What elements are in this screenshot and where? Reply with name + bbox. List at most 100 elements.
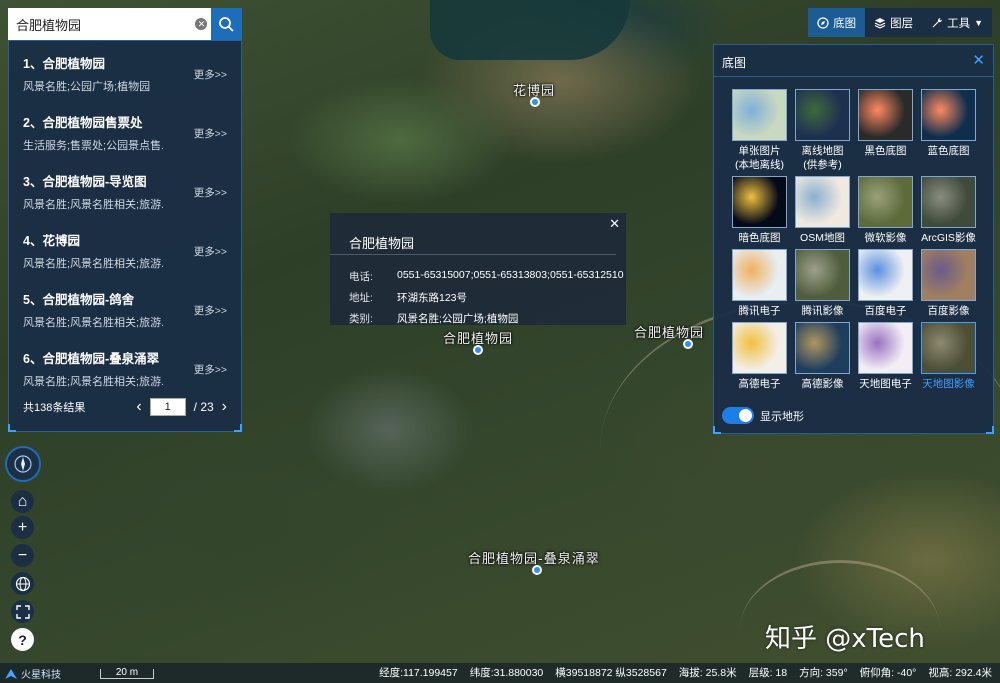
- result-more-link[interactable]: 更多>>: [194, 244, 227, 259]
- basemap-label: 腾讯电子: [738, 305, 781, 317]
- basemap-tile[interactable]: 腾讯影像: [795, 249, 850, 318]
- panel-corner: [986, 426, 994, 434]
- tools-button[interactable]: 工具 ▼: [922, 8, 992, 37]
- basemap-thumbnail: [732, 89, 787, 141]
- basemap-label: 高德影像: [801, 378, 844, 390]
- popup-title: 合肥植物园: [330, 213, 616, 255]
- basemap-thumbnail: [732, 176, 787, 228]
- page-input[interactable]: [149, 398, 186, 416]
- page-total: / 23: [193, 400, 214, 414]
- result-category: 生活服务;售票处;公园景点售...: [23, 140, 163, 152]
- search-input[interactable]: [8, 8, 192, 40]
- globe-button[interactable]: [11, 572, 34, 595]
- basemap-panel-title: 底图: [714, 45, 993, 77]
- status-bar: 火星科技 20 m 经度:117.199457 纬度:31.880030 横39…: [0, 663, 1000, 683]
- basemap-tile[interactable]: 天地图电子: [858, 322, 913, 391]
- basemap-panel-close-button[interactable]: ✕: [972, 51, 985, 69]
- basemap-tile[interactable]: 高德影像: [795, 322, 850, 391]
- result-item[interactable]: 6、合肥植物园-叠泉涌翠 风景名胜;风景名胜相关;旅游... 更多>>: [9, 336, 241, 395]
- panel-corner: [713, 426, 721, 434]
- panel-corner: [234, 424, 242, 432]
- zoom-in-button[interactable]: +: [11, 516, 34, 539]
- projected-coords: 横39518872 纵3528567: [555, 667, 667, 679]
- basemap-tile[interactable]: 黑色底图: [858, 89, 913, 172]
- logo-icon: [5, 668, 17, 679]
- basemap-tile[interactable]: 单张图片 (本地离线): [732, 89, 787, 172]
- result-more-link[interactable]: 更多>>: [194, 362, 227, 377]
- terrain-toggle[interactable]: [722, 407, 754, 424]
- result-more-link[interactable]: 更多>>: [194, 303, 227, 318]
- latitude: 纬度:31.880030: [469, 667, 544, 679]
- basemap-thumbnail: [921, 176, 976, 228]
- basemap-tile[interactable]: 蓝色底图: [921, 89, 976, 172]
- poi-marker[interactable]: [530, 97, 540, 107]
- basemap-tile[interactable]: 天地图影像: [921, 322, 976, 391]
- basemap-thumbnail: [858, 176, 913, 228]
- basemap-tile[interactable]: 百度电子: [858, 249, 913, 318]
- result-item[interactable]: 4、花博园 风景名胜;风景名胜相关;旅游... 更多>>: [9, 218, 241, 277]
- result-category: 风景名胜;风景名胜相关;旅游...: [23, 258, 163, 270]
- poi-marker[interactable]: [473, 345, 483, 355]
- basemap-tile[interactable]: 百度影像: [921, 249, 976, 318]
- clear-search-button[interactable]: ✕: [192, 8, 211, 40]
- basemap-thumbnail: [858, 89, 913, 141]
- help-button[interactable]: ?: [11, 628, 34, 651]
- popup-value: 风景名胜;公园广场;植物园: [397, 313, 519, 325]
- basemap-panel: 底图 ✕ 单张图片 (本地离线) 离线地图 (供参考) 黑色底图 蓝色底图暗色底图 OS…: [713, 44, 994, 434]
- map-water: [430, 0, 630, 60]
- basemap-label: 离线地图 (供参考): [801, 145, 844, 171]
- basemap-tile[interactable]: 暗色底图: [732, 176, 787, 245]
- popup-close-button[interactable]: ✕: [609, 216, 620, 232]
- basemap-tile[interactable]: 离线地图 (供参考): [795, 89, 850, 172]
- next-page-button[interactable]: ›: [222, 398, 227, 416]
- basemap-label: 高德电子: [738, 378, 781, 390]
- basemap-tile[interactable]: ArcGIS影像: [921, 176, 976, 245]
- popup-key: 电话:: [349, 271, 373, 283]
- popup-row: 类别: 风景名胜;公园广场;植物园: [349, 311, 626, 326]
- basemap-label: 单张图片 (本地离线): [735, 145, 784, 171]
- basemap-tile[interactable]: 高德电子: [732, 322, 787, 391]
- panel-corner: [8, 424, 16, 432]
- basemap-label: 百度电子: [864, 305, 907, 317]
- result-more-link[interactable]: 更多>>: [194, 185, 227, 200]
- layers-button[interactable]: 图层: [865, 8, 922, 37]
- logo-text: 火星科技: [21, 670, 61, 681]
- basemap-tile[interactable]: 腾讯电子: [732, 249, 787, 318]
- fullscreen-icon: [15, 604, 30, 619]
- result-item[interactable]: 5、合肥植物园-鸽舍 风景名胜;风景名胜相关;旅游... 更多>>: [9, 277, 241, 336]
- result-item[interactable]: 1、合肥植物园 风景名胜;公园广场;植物园 更多>>: [9, 41, 241, 100]
- poi-info-popup: 合肥植物园 ✕ 电话: 0551-65315007;0551-65313803;…: [330, 213, 626, 325]
- poi-marker[interactable]: [532, 565, 542, 575]
- basemap-tile[interactable]: 微软影像: [858, 176, 913, 245]
- map-label-diequan: 合肥植物园-叠泉涌翠: [468, 552, 600, 567]
- basemap-button[interactable]: 底图: [808, 8, 866, 37]
- popup-key: 类别:: [349, 313, 373, 325]
- basemap-thumbnail: [795, 89, 850, 141]
- basemap-label: 暗色底图: [738, 232, 781, 244]
- result-more-link[interactable]: 更多>>: [194, 126, 227, 141]
- prev-page-button[interactable]: ‹: [136, 398, 141, 416]
- basemap-thumbnail: [921, 322, 976, 374]
- altitude: 海拔: 25.8米: [678, 667, 737, 679]
- popup-key: 地址:: [349, 292, 373, 304]
- basemap-label: 腾讯影像: [801, 305, 844, 317]
- search-button[interactable]: [210, 8, 242, 40]
- navigation-compass[interactable]: [5, 446, 41, 482]
- result-item[interactable]: 3、合肥植物园-导览图 风景名胜;风景名胜相关;旅游... 更多>>: [9, 159, 241, 218]
- basemap-thumbnail: [921, 89, 976, 141]
- search-bar: ✕: [8, 8, 242, 40]
- zoom-out-button[interactable]: −: [11, 544, 34, 567]
- result-item[interactable]: 2、合肥植物园售票处 生活服务;售票处;公园景点售... 更多>>: [9, 100, 241, 159]
- search-results-panel: 1、合肥植物园 风景名胜;公园广场;植物园 更多>> 2、合肥植物园售票处 生活服务;售…: [8, 40, 242, 432]
- popup-value: 环湖东路123号: [397, 292, 468, 304]
- basemap-label: 黑色底图: [864, 145, 907, 157]
- basemap-label: 底图: [833, 17, 857, 30]
- poi-marker[interactable]: [683, 339, 693, 349]
- home-button[interactable]: ⌂: [11, 490, 34, 513]
- basemap-tile[interactable]: OSM地图: [795, 176, 850, 245]
- view-height: 视高: 292.4米: [928, 667, 992, 679]
- fullscreen-button[interactable]: [11, 600, 34, 623]
- status-info: 经度:117.199457 纬度:31.880030 横39518872 纵35…: [379, 665, 992, 680]
- result-more-link[interactable]: 更多>>: [194, 67, 227, 82]
- zoom-level: 层级: 18: [748, 667, 788, 679]
